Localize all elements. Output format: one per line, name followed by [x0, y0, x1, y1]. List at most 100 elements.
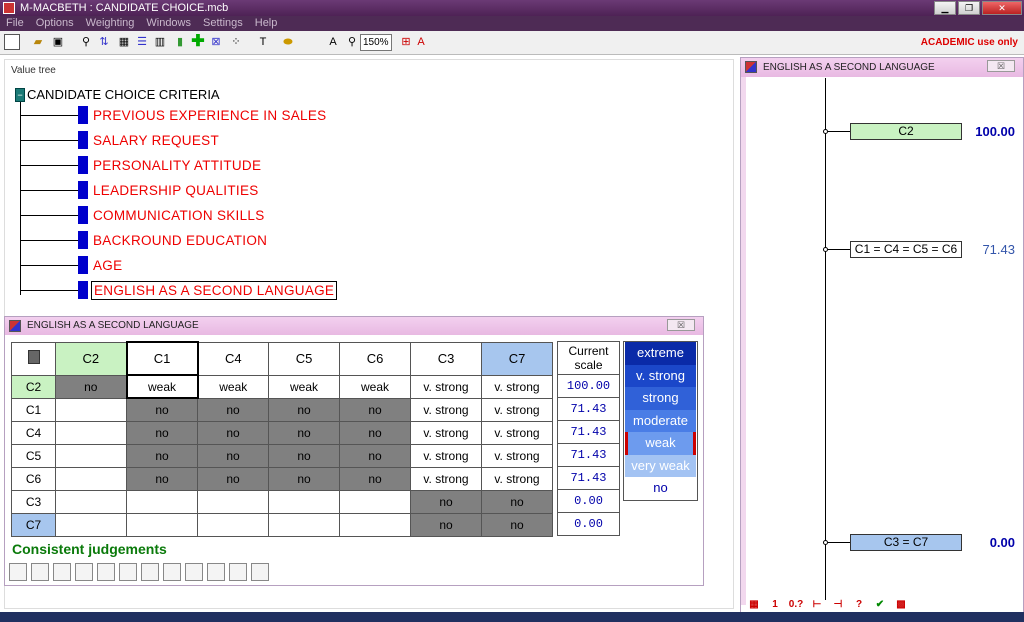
table-icon[interactable]: ▦ — [116, 34, 132, 50]
column-header[interactable]: C5 — [268, 341, 340, 376]
menu-windows[interactable]: Windows — [146, 16, 191, 31]
matrix-cell[interactable] — [126, 512, 198, 537]
row-header[interactable]: C2 — [11, 374, 56, 399]
matrix-cell[interactable]: no — [268, 420, 340, 445]
tree-node-salary-request[interactable]: SALARY REQUEST — [20, 129, 221, 151]
matrix-cell[interactable] — [126, 489, 198, 514]
matrix-cell[interactable] — [197, 489, 269, 514]
matrix-cell[interactable]: no — [197, 466, 269, 491]
matrix-cell[interactable]: weak — [125, 374, 199, 399]
person-icon[interactable] — [229, 563, 247, 581]
list-icon[interactable]: ☰ — [134, 34, 150, 50]
matrix-cell[interactable]: no — [481, 489, 553, 514]
menu-file[interactable]: File — [6, 16, 24, 31]
legend-very-weak[interactable]: very weak — [625, 454, 696, 477]
matrix-cell[interactable] — [55, 489, 127, 514]
bulb-icon[interactable] — [53, 563, 71, 581]
matrix-cell[interactable]: v. strong — [410, 420, 482, 445]
tree-node-leadership-qualities[interactable]: LEADERSHIP QUALITIES — [20, 179, 261, 201]
menu-weighting[interactable]: Weighting — [86, 16, 135, 31]
row-header[interactable]: C3 — [11, 489, 56, 514]
tree-node-background-education[interactable]: BACKROUND EDUCATION — [20, 229, 269, 251]
chart-icon[interactable]: ▥ — [152, 34, 168, 50]
scatter-icon[interactable]: ⁘ — [228, 34, 244, 50]
matrix-cell[interactable]: weak — [268, 374, 340, 399]
group-icon[interactable] — [97, 563, 115, 581]
matrix-cell[interactable]: v. strong — [481, 443, 553, 468]
matrix-cell[interactable]: no — [410, 512, 482, 537]
histogram-icon[interactable] — [163, 563, 181, 581]
bulb-alt-icon[interactable] — [75, 563, 93, 581]
matrix-cell[interactable]: v. strong — [481, 374, 553, 399]
matrix-cell[interactable] — [55, 420, 127, 445]
column-header[interactable]: C4 — [197, 341, 269, 376]
legend-extreme[interactable]: extreme — [625, 342, 696, 365]
matrix-cell[interactable]: no — [339, 443, 411, 468]
tree-node-previous-experience[interactable]: PREVIOUS EXPERIENCE IN SALES — [20, 104, 328, 126]
tree-node-english-second-language[interactable]: ENGLISH AS A SECOND LANGUAGE — [20, 279, 338, 301]
matrix-cell[interactable] — [55, 397, 127, 422]
cross-chart-icon[interactable]: ⊠ — [208, 34, 224, 50]
matrix-cell[interactable]: no — [410, 489, 482, 514]
matrix-cell[interactable]: v. strong — [481, 466, 553, 491]
zoom-level[interactable]: 150% — [360, 34, 392, 51]
matrix-cell[interactable]: v. strong — [410, 374, 482, 399]
legend-very-strong[interactable]: v. strong — [625, 364, 696, 387]
legend-no[interactable]: no — [625, 477, 696, 500]
matrix-cell[interactable]: v. strong — [410, 397, 482, 422]
scale-level-box[interactable]: C1 = C4 = C5 = C6 — [850, 241, 962, 258]
matrix-cell[interactable]: no — [126, 443, 198, 468]
matrix-cell[interactable] — [268, 512, 340, 537]
font-add-icon[interactable]: A — [413, 34, 429, 50]
zoom-icon[interactable]: ⚲ — [344, 34, 360, 50]
tree-node-personality-attitude[interactable]: PERSONALITY ATTITUDE — [20, 154, 263, 176]
menu-settings[interactable]: Settings — [203, 16, 243, 31]
matrix-cell[interactable] — [55, 512, 127, 537]
matrix-cell[interactable]: v. strong — [481, 397, 553, 422]
matrix-cell[interactable]: no — [197, 420, 269, 445]
new-file-icon[interactable] — [4, 34, 20, 50]
column-header[interactable]: C3 — [410, 341, 482, 376]
matrix-cell[interactable] — [339, 512, 411, 537]
row-header[interactable]: C4 — [11, 420, 56, 445]
legend-moderate[interactable]: moderate — [625, 409, 696, 432]
row-header[interactable]: C5 — [11, 443, 56, 468]
list-icon[interactable] — [141, 563, 159, 581]
matrix-cell[interactable]: v. strong — [481, 420, 553, 445]
matrix-cell[interactable]: weak — [197, 374, 269, 399]
minimize-button[interactable]: ▁ — [934, 1, 956, 15]
add-icon[interactable]: ✚ — [190, 34, 206, 50]
restore-button[interactable]: ❐ — [958, 1, 980, 15]
column-header[interactable]: C7 — [481, 341, 553, 376]
matrix-corner[interactable] — [11, 341, 56, 376]
matrix-cell[interactable]: no — [126, 420, 198, 445]
menu-help[interactable]: Help — [255, 16, 278, 31]
menu-options[interactable]: Options — [36, 16, 74, 31]
collapse-icon[interactable]: − — [15, 87, 25, 102]
column-header[interactable]: C2 — [55, 341, 127, 376]
row-header[interactable]: C7 — [11, 512, 56, 537]
matrix-cell[interactable]: no — [126, 397, 198, 422]
matrix-cell[interactable] — [197, 512, 269, 537]
matrix-cell[interactable]: weak — [339, 374, 411, 399]
matrix-cell[interactable] — [268, 489, 340, 514]
matrix-cell[interactable]: no — [481, 512, 553, 537]
legend-strong[interactable]: strong — [625, 387, 696, 410]
interval-icon[interactable] — [185, 563, 203, 581]
row-header[interactable]: C1 — [11, 397, 56, 422]
matrix-cell[interactable]: no — [268, 397, 340, 422]
font-size-icon[interactable]: A — [325, 34, 341, 50]
matrix-cell[interactable]: no — [268, 443, 340, 468]
matrix-cell[interactable]: no — [339, 397, 411, 422]
tree-add-icon[interactable]: ⊞ — [398, 34, 414, 50]
column-header[interactable]: C6 — [339, 341, 411, 376]
matrix-cell[interactable] — [55, 466, 127, 491]
matrix-icon[interactable] — [119, 563, 137, 581]
matrix-cell[interactable] — [339, 489, 411, 514]
palette-icon[interactable] — [251, 563, 269, 581]
matrix-cell[interactable] — [55, 443, 127, 468]
bars-icon[interactable]: ▮ — [172, 34, 188, 50]
matrix-cell[interactable]: no — [339, 466, 411, 491]
close-button[interactable]: ✕ — [982, 1, 1022, 15]
matrix-cell[interactable]: no — [339, 420, 411, 445]
